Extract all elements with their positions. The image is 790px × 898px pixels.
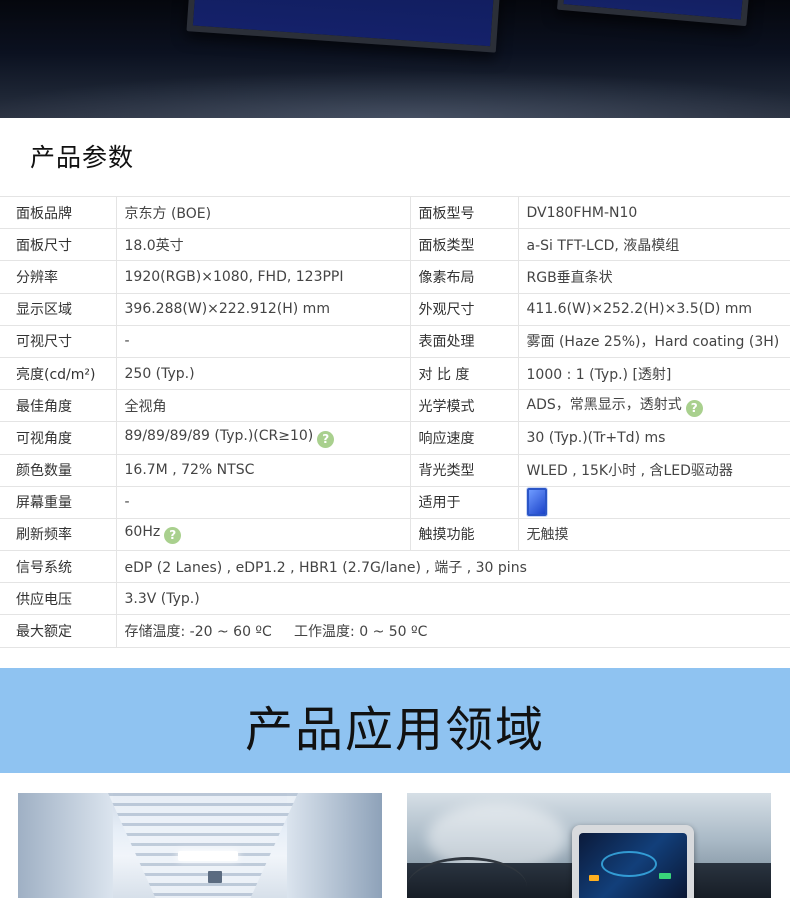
spec-label: 触摸功能 xyxy=(409,518,518,552)
spec-label: 刷新频率 xyxy=(0,518,116,552)
spec-value: 60Hz xyxy=(124,524,161,541)
spec-label: 亮度(cd/m²) xyxy=(0,357,116,391)
spec-label: 光学模式 xyxy=(409,389,518,423)
spec-label: 最佳角度 xyxy=(0,389,116,423)
spec-value: 存储温度: -20 ~ 60 ºC 工作温度: 0 ~ 50 ºC xyxy=(115,614,790,648)
spec-label: 面板尺寸 xyxy=(0,228,116,262)
spec-value: 3.3V (Typ.) xyxy=(115,582,790,616)
spec-label: 面板类型 xyxy=(409,228,518,262)
table-row: 屏幕重量 - 适用于 xyxy=(0,486,790,519)
help-icon[interactable]: ? xyxy=(317,430,335,448)
spec-value: WLED , 15K小时 , 含LED驱动器 xyxy=(517,454,790,487)
spec-value: 无触摸 xyxy=(517,518,790,552)
spec-value: RGB垂直条状 xyxy=(517,260,790,294)
spec-value-link[interactable]: 京东方 (BOE) xyxy=(115,195,410,230)
table-row: 最大额定 存储温度: -20 ~ 60 ºC 工作温度: 0 ~ 50 ºC xyxy=(0,614,790,648)
spec-value: eDP (2 Lanes) , eDP1.2 , HBR1 (2.7G/lane… xyxy=(115,550,790,584)
spec-label: 信号系统 xyxy=(0,550,116,584)
hero-banner-image xyxy=(0,0,790,118)
section-title: 产品参数 xyxy=(30,143,135,172)
spec-value: - xyxy=(115,486,410,519)
display-panel-image xyxy=(186,0,504,53)
spec-label: 屏幕重量 xyxy=(0,486,116,519)
spec-value: 89/89/89/89 (Typ.)(CR≥10) xyxy=(124,427,314,444)
spec-label: 分辨率 xyxy=(0,260,116,294)
table-row: 刷新频率 60Hz? 触摸功能 无触摸 xyxy=(0,518,790,552)
spec-label: 对 比 度 xyxy=(409,357,518,391)
spec-value: a-Si TFT-LCD, 液晶模组 xyxy=(517,228,790,262)
spec-value-cell: ADS，常黑显示，透射式? xyxy=(517,389,790,423)
spec-label: 表面处理 xyxy=(409,325,518,358)
spec-table: 面板品牌 京东方 (BOE) 面板型号 DV180FHM-N10 面板尺寸 18… xyxy=(0,195,790,648)
spec-value: 16.7M , 72% NTSC xyxy=(115,454,410,487)
spec-label: 像素布局 xyxy=(409,260,518,294)
spec-value-cell: 60Hz? xyxy=(115,518,410,552)
spec-label: 可视角度 xyxy=(0,421,116,455)
spec-label: 可视尺寸 xyxy=(0,325,116,358)
spec-value: 1000 : 1 (Typ.) [透射] xyxy=(517,357,790,391)
spec-value: 全视角 xyxy=(115,389,410,423)
application-photo-aircraft-cabin xyxy=(18,793,382,898)
table-row: 显示区域 396.288(W)×222.912(H) mm 外观尺寸 411.6… xyxy=(0,293,790,326)
spec-value: 1920(RGB)×1080, FHD, 123PPI xyxy=(115,260,410,294)
table-row: 面板品牌 京东方 (BOE) 面板型号 DV180FHM-N10 xyxy=(0,195,790,230)
spec-value-cell: 89/89/89/89 (Typ.)(CR≥10)? xyxy=(115,421,410,455)
spec-value: 30 (Typ.)(Tr+Td) ms xyxy=(517,421,790,455)
spec-value-cell xyxy=(517,486,790,519)
table-row: 最佳角度 全视角 光学模式 ADS，常黑显示，透射式? xyxy=(0,389,790,423)
spec-value: 396.288(W)×222.912(H) mm xyxy=(115,293,410,326)
table-row: 颜色数量 16.7M , 72% NTSC 背光类型 WLED , 15K小时 … xyxy=(0,454,790,487)
table-row: 可视尺寸 - 表面处理 雾面 (Haze 25%)，Hard coating (… xyxy=(0,325,790,358)
spec-label: 响应速度 xyxy=(409,421,518,455)
display-panel-image xyxy=(556,0,754,27)
spec-value: 250 (Typ.) xyxy=(115,357,410,391)
table-row: 面板尺寸 18.0英寸 面板类型 a-Si TFT-LCD, 液晶模组 xyxy=(0,228,790,262)
applications-title: 产品应用领域 xyxy=(244,702,545,758)
spec-label: 适用于 xyxy=(409,486,518,519)
spec-label: 供应电压 xyxy=(0,582,116,616)
spec-value: - xyxy=(115,325,410,358)
spec-label: 最大额定 xyxy=(0,614,116,648)
table-row: 供应电压 3.3V (Typ.) xyxy=(0,582,790,616)
spec-value: ADS，常黑显示，透射式 xyxy=(526,397,682,414)
table-row: 分辨率 1920(RGB)×1080, FHD, 123PPI 像素布局 RGB… xyxy=(0,260,790,294)
table-row: 可视角度 89/89/89/89 (Typ.)(CR≥10)? 响应速度 30 … xyxy=(0,421,790,455)
spec-label: 面板型号 xyxy=(409,195,518,230)
table-row: 亮度(cd/m²) 250 (Typ.) 对 比 度 1000 : 1 (Typ… xyxy=(0,357,790,391)
spec-value: 411.6(W)×252.2(H)×3.5(D) mm xyxy=(517,293,790,326)
spec-value: 雾面 (Haze 25%)，Hard coating (3H) xyxy=(517,325,790,358)
spec-label: 外观尺寸 xyxy=(409,293,518,326)
tablet-device-icon[interactable] xyxy=(526,488,547,517)
applications-banner: 产品应用领域 xyxy=(0,668,790,773)
spec-label: 显示区域 xyxy=(0,293,116,326)
application-photo-vehicle-display xyxy=(407,793,771,898)
spec-value-link[interactable]: DV180FHM-N10 xyxy=(517,195,790,230)
help-icon[interactable]: ? xyxy=(164,527,182,545)
spec-label: 背光类型 xyxy=(409,454,518,487)
floor-reflection xyxy=(0,70,790,118)
spec-label: 面板品牌 xyxy=(0,195,116,230)
spec-label: 颜色数量 xyxy=(0,454,116,487)
table-row: 信号系统 eDP (2 Lanes) , eDP1.2 , HBR1 (2.7G… xyxy=(0,550,790,584)
spec-value-link[interactable]: 18.0英寸 xyxy=(115,228,410,262)
help-icon[interactable]: ? xyxy=(685,400,703,418)
